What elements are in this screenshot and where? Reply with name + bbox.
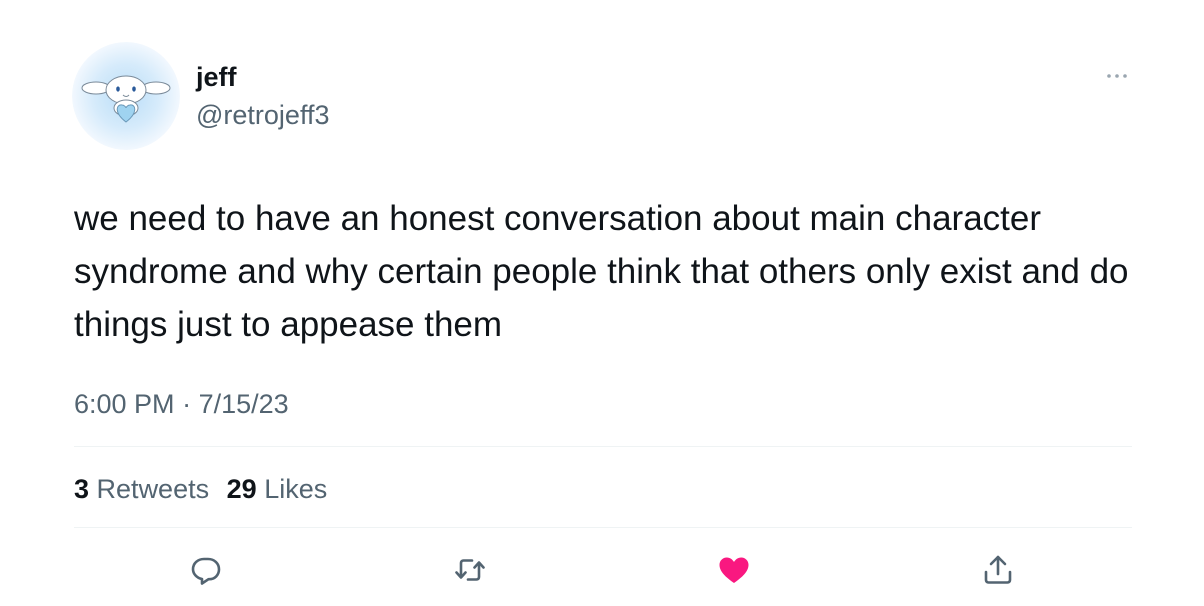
tweet-date: 7/15/23 — [198, 389, 289, 419]
avatar[interactable] — [72, 42, 180, 150]
like-button[interactable] — [716, 552, 752, 588]
reply-button[interactable] — [188, 552, 224, 588]
retweet-button[interactable] — [452, 552, 488, 588]
tweet-text: we need to have an honest conversation a… — [74, 199, 1129, 344]
engagement-stats: 3 Retweets 29 Likes — [74, 471, 337, 507]
retweet-icon — [455, 559, 485, 581]
retweets-label: Retweets — [96, 474, 210, 504]
retweets-count: 3 — [74, 474, 90, 504]
more-options-button[interactable] — [1104, 66, 1130, 86]
divider — [74, 446, 1132, 447]
author-display-name[interactable]: jeff — [196, 60, 237, 94]
share-button[interactable] — [980, 552, 1016, 588]
heart-icon — [719, 557, 749, 583]
likes-label: Likes — [264, 474, 328, 504]
retweets-stat[interactable]: 3 Retweets — [74, 474, 209, 504]
likes-stat[interactable]: 29 Likes — [227, 474, 328, 504]
tweet-time: 6:00 PM — [74, 389, 175, 419]
tweet-timestamp[interactable]: 6:00 PM · 7/15/23 — [74, 386, 289, 422]
meta-separator: · — [182, 389, 192, 419]
share-icon — [984, 555, 1012, 584]
author-handle[interactable]: @retrojeff3 — [196, 98, 329, 132]
divider — [74, 527, 1132, 528]
cinnamoroll-avatar-icon — [72, 42, 180, 150]
likes-count: 29 — [226, 474, 257, 504]
ellipsis-icon — [1107, 74, 1127, 78]
reply-icon — [191, 557, 221, 585]
